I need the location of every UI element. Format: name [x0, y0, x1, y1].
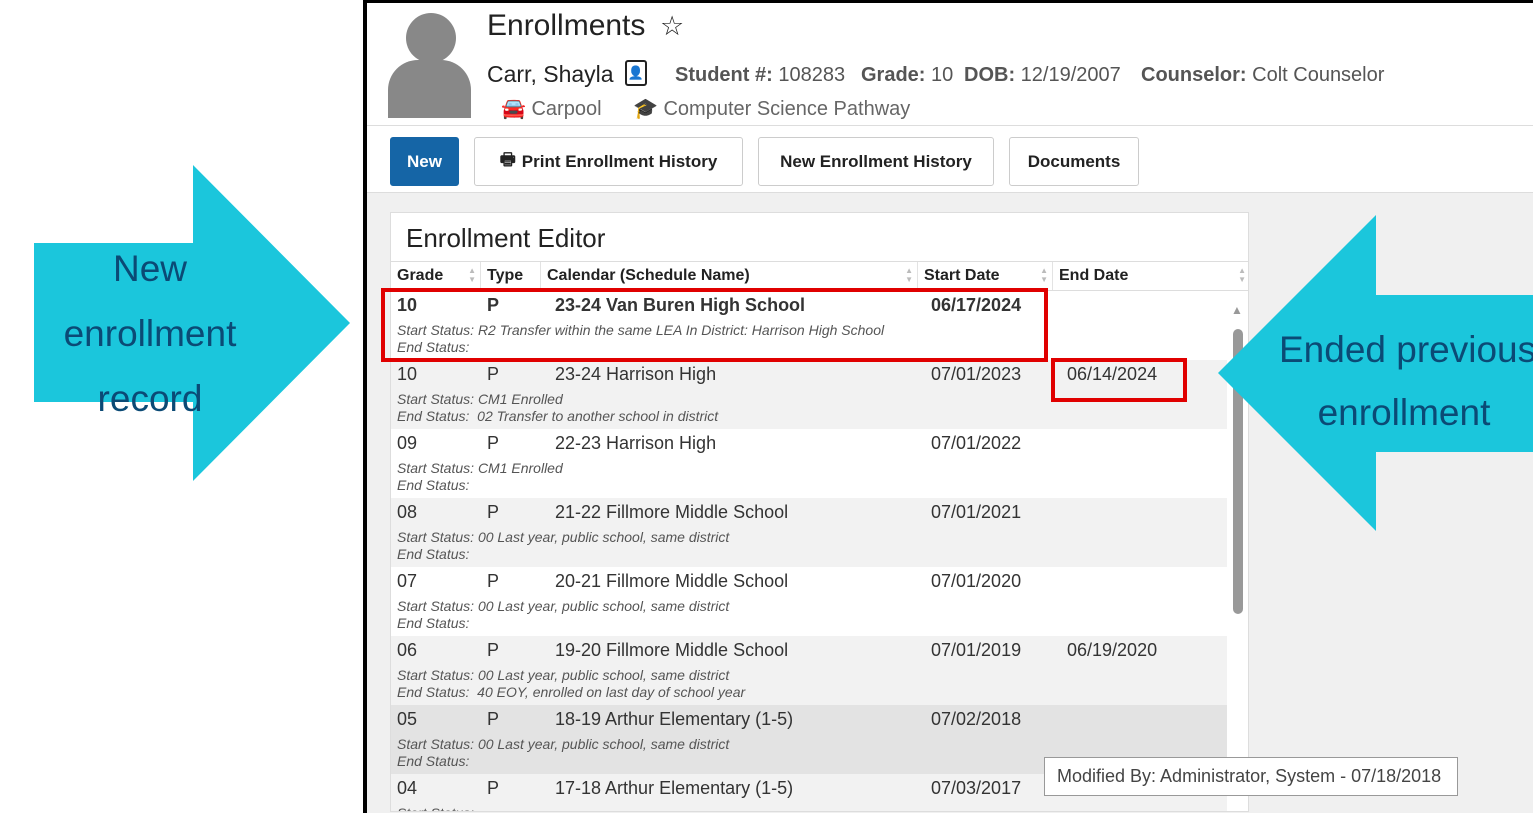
cell-calendar: 23-24 Harrison High [555, 364, 717, 384]
star-icon[interactable]: ☆ [660, 11, 684, 42]
column-calendar[interactable]: Calendar (Schedule Name) ▲ ▼ [541, 262, 918, 290]
new-button[interactable]: New [390, 137, 459, 186]
annotation-line: record [97, 378, 203, 419]
car-icon: 🚘 [501, 98, 526, 120]
button-label: Print Enrollment History [521, 151, 718, 171]
new-enrollment-history-button[interactable]: New Enrollment History [758, 137, 994, 186]
student-num: 108283 [778, 64, 846, 86]
cell-type: P [487, 640, 500, 660]
cell-grade: 07 [397, 571, 418, 591]
column-type[interactable]: Type [481, 262, 541, 290]
cell-calendar: 17-18 Arthur Elementary (1-5) [555, 778, 794, 798]
annotation-line: enrollment [63, 313, 237, 354]
tag-carpool[interactable]: 🚘 Carpool [501, 96, 602, 121]
tag-label: Carpool [531, 98, 602, 120]
cell-type: P [487, 433, 500, 453]
left-annotation-text: New enrollment record [40, 236, 260, 431]
cell-start: 07/03/2017 [931, 778, 1022, 798]
avatar-icon-body [388, 60, 471, 118]
student-num-label: Student #: [675, 64, 773, 86]
start-status: Start Status: 00 Last year, public schoo… [397, 529, 730, 545]
table-header: Grade ▲ ▼ Type Calendar (Schedule Name) ▲ ▼ … [391, 261, 1248, 291]
table-row[interactable]: 08 P 21-22 Fillmore Middle School 07/01/202… [391, 498, 1227, 567]
cell-end: 06/19/2020 [1067, 640, 1158, 660]
right-annotation-text: Ended previous enrollment [1270, 318, 1533, 444]
start-status: Start Status: [397, 805, 474, 811]
end-status: End Status: [397, 753, 470, 769]
start-status: Start Status: 00 Last year, public schoo… [397, 667, 730, 683]
table-row[interactable]: 06 P 19-20 Fillmore Middle School 07/01/201… [391, 636, 1227, 705]
start-status: Start Status: CM1 Enrolled [397, 460, 563, 476]
cell-calendar: 19-20 Fillmore Middle School [555, 640, 789, 660]
student-name: Carr, Shayla [487, 61, 614, 87]
cell-start: 07/01/2021 [931, 502, 1022, 522]
cell-grade: 08 [397, 502, 418, 522]
cell-type: P [487, 502, 500, 522]
grade-value: 10 [931, 64, 954, 86]
end-status: End Status: [397, 477, 470, 493]
annotation-line: enrollment [1317, 392, 1491, 433]
cell-calendar: 22-23 Harrison High [555, 433, 717, 453]
cell-type: P [487, 571, 500, 591]
print-enrollment-history-button[interactable]: 🖶 Print Enrollment History [474, 137, 743, 186]
cell-type: P [487, 778, 500, 798]
cell-start: 07/01/2023 [931, 364, 1022, 384]
end-status: End Status: 40 EOY, enrolled on last day… [397, 684, 746, 700]
new-record-highlight [381, 288, 1048, 362]
cell-start: 07/01/2019 [931, 640, 1022, 660]
start-status: Start Status: 00 Last year, public schoo… [397, 598, 730, 614]
cell-grade: 09 [397, 433, 418, 453]
avatar-icon [406, 13, 456, 63]
cell-grade: 10 [397, 364, 418, 384]
dob-value: 12/19/2007 [1020, 64, 1121, 86]
dob-label: DOB: [964, 64, 1016, 86]
start-status: Start Status: CM1 Enrolled [397, 391, 563, 407]
tag-label: Computer Science Pathway [663, 98, 911, 120]
cell-grade: 06 [397, 640, 418, 660]
cell-start: 07/02/2018 [931, 709, 1022, 729]
cell-calendar: 18-19 Arthur Elementary (1-5) [555, 709, 794, 729]
column-grade[interactable]: Grade ▲ ▼ [391, 262, 481, 290]
cell-type: P [487, 364, 500, 384]
cell-calendar: 20-21 Fillmore Middle School [555, 571, 789, 591]
start-status: Start Status: 00 Last year, public schoo… [397, 736, 730, 752]
column-start-date[interactable]: Start Date ▲ ▼ [918, 262, 1053, 290]
contact-card-icon[interactable]: 👤 [625, 60, 647, 86]
grade-label: Grade: [861, 64, 926, 86]
page-title: Enrollments [487, 9, 646, 42]
end-status: End Status: [397, 615, 470, 631]
cell-start: 07/01/2022 [931, 433, 1022, 453]
cell-calendar: 21-22 Fillmore Middle School [555, 502, 789, 522]
documents-button[interactable]: Documents [1009, 137, 1139, 186]
table-row[interactable]: 07 P 20-21 Fillmore Middle School 07/01/202… [391, 567, 1227, 636]
cell-grade: 04 [397, 778, 418, 798]
editor-title: Enrollment Editor [406, 223, 606, 253]
tag-cs-pathway[interactable]: 🎓 Computer Science Pathway [633, 96, 910, 121]
cell-start: 07/01/2020 [931, 571, 1022, 591]
end-date-highlight [1051, 358, 1187, 402]
cell-type: P [487, 709, 500, 729]
cell-grade: 05 [397, 709, 418, 729]
end-status: End Status: 02 Transfer to another schoo… [397, 408, 719, 424]
annotation-line: New [112, 248, 188, 289]
end-status: End Status: [397, 546, 470, 562]
table-row[interactable]: 09 P 22-23 Harrison High 07/01/2022 Start St… [391, 429, 1227, 498]
printer-icon: 🖶 [499, 150, 516, 169]
graduate-icon: 🎓 [633, 98, 658, 120]
annotation-line: Ended previous [1279, 329, 1533, 370]
